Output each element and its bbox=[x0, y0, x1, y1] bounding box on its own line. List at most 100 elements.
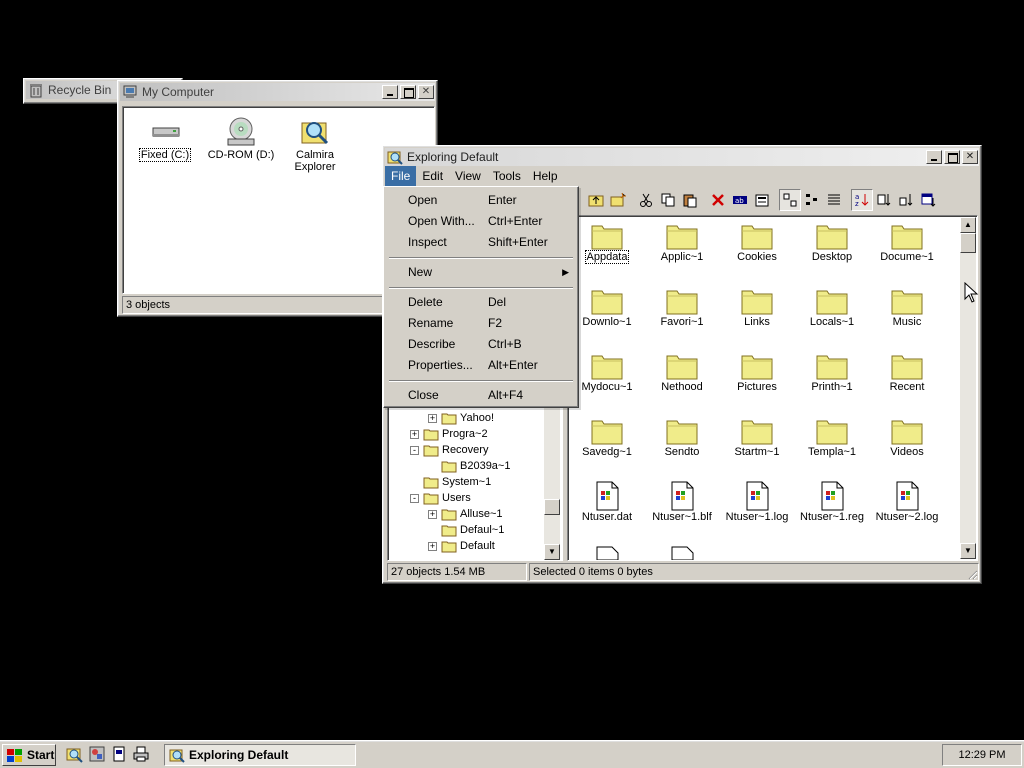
scroll-down-button[interactable]: ▼ bbox=[960, 543, 976, 559]
menu-tools[interactable]: Tools bbox=[487, 166, 527, 186]
tree-item-default[interactable]: + Default bbox=[428, 538, 495, 554]
close-button[interactable]: ✕ bbox=[962, 150, 978, 164]
folder-item[interactable]: Links bbox=[719, 286, 795, 328]
minimize-button[interactable] bbox=[926, 150, 942, 164]
tree-item-system1[interactable]: System~1 bbox=[410, 474, 491, 490]
tree-label: Progra~2 bbox=[442, 428, 488, 440]
tree-item-alluse1[interactable]: + Alluse~1 bbox=[428, 506, 503, 522]
menu-item-inspect[interactable]: Inspect Shift+Enter bbox=[387, 232, 575, 252]
large-icons-button[interactable] bbox=[779, 189, 801, 211]
folder-item[interactable]: Locals~1 bbox=[794, 286, 870, 328]
folder-item[interactable]: Sendto bbox=[644, 416, 720, 458]
tree-item-progra2[interactable]: + Progra~2 bbox=[410, 426, 488, 442]
sort-date-button[interactable] bbox=[917, 189, 939, 211]
taskbar-button-exploring-default[interactable]: Exploring Default bbox=[164, 744, 356, 766]
folder-item[interactable]: Music bbox=[869, 286, 945, 328]
start-button[interactable]: Start bbox=[2, 744, 56, 766]
explorer-titlebar[interactable]: Exploring Default ✕ bbox=[385, 148, 979, 166]
control-panel-icon[interactable] bbox=[88, 745, 106, 763]
rename-button[interactable]: ab bbox=[729, 189, 751, 211]
file-list[interactable]: Appdata Applic~1 Cookies Desktop Docume~1 Dow… bbox=[567, 215, 978, 561]
menu-edit[interactable]: Edit bbox=[416, 166, 449, 186]
scroll-up-button[interactable]: ▲ bbox=[960, 217, 976, 233]
sort-name-button[interactable]: az bbox=[851, 189, 873, 211]
drive-d[interactable]: CD-ROM (D:) bbox=[201, 115, 281, 161]
cut-button[interactable] bbox=[635, 189, 657, 211]
tree-item-recovery[interactable]: - Recovery bbox=[410, 442, 488, 458]
maximize-button[interactable] bbox=[400, 85, 416, 99]
folder-item[interactable]: Recent bbox=[869, 351, 945, 393]
folder-icon bbox=[591, 225, 623, 250]
tree-expander[interactable]: + bbox=[428, 509, 437, 519]
details-button[interactable] bbox=[823, 189, 845, 211]
file-item[interactable]: Ntuser~1.reg bbox=[794, 481, 870, 523]
folder-item[interactable]: Appdata bbox=[569, 221, 645, 264]
new-folder-button[interactable] bbox=[607, 189, 629, 211]
delete-button[interactable] bbox=[707, 189, 729, 211]
menu-file[interactable]: File bbox=[385, 166, 417, 186]
copy-button[interactable] bbox=[657, 189, 679, 211]
menu-item-open[interactable]: Open Enter bbox=[387, 190, 575, 210]
my-computer-titlebar[interactable]: My Computer ✕ bbox=[120, 83, 435, 101]
menu-item-new[interactable]: New ▶ bbox=[387, 262, 575, 282]
tree-expander[interactable]: + bbox=[428, 541, 437, 551]
file-item[interactable]: Ntuser~1.blf bbox=[644, 481, 720, 523]
system-tray[interactable]: 12:29 PM bbox=[942, 744, 1022, 766]
document-icon[interactable] bbox=[110, 745, 128, 763]
menu-item-delete[interactable]: Delete Del bbox=[387, 292, 575, 312]
sort-type-button[interactable] bbox=[873, 189, 895, 211]
folder-item[interactable]: Favori~1 bbox=[644, 286, 720, 328]
explorer-icon[interactable] bbox=[66, 745, 84, 763]
folder-item[interactable]: Startm~1 bbox=[719, 416, 795, 458]
menu-item-describe[interactable]: Describe Ctrl+B bbox=[387, 334, 575, 354]
folder-item[interactable]: Downlo~1 bbox=[569, 286, 645, 328]
menu-item-close[interactable]: Close Alt+F4 bbox=[387, 385, 575, 405]
file-item[interactable]: Ntuser~2.log bbox=[869, 481, 945, 523]
small-icons-button[interactable] bbox=[801, 189, 823, 211]
tree-expander[interactable]: + bbox=[410, 429, 419, 439]
tree-expander[interactable]: + bbox=[428, 413, 437, 423]
folder-item[interactable]: Nethood bbox=[644, 351, 720, 393]
minimize-button[interactable] bbox=[382, 85, 398, 99]
printer-icon[interactable] bbox=[132, 745, 150, 763]
tree-item-yahoo[interactable]: + Yahoo! bbox=[428, 410, 494, 426]
calmira-explorer-shortcut[interactable]: Calmira Explorer bbox=[275, 115, 355, 173]
folder-item[interactable]: Applic~1 bbox=[644, 221, 720, 263]
file-item[interactable]: Ntuser~1.log bbox=[719, 481, 795, 523]
folder-item[interactable]: Desktop bbox=[794, 221, 870, 263]
folder-icon bbox=[441, 509, 457, 520]
menu-item-rename[interactable]: Rename F2 bbox=[387, 313, 575, 333]
tree-expander[interactable]: - bbox=[410, 445, 419, 455]
sort-size-button[interactable] bbox=[895, 189, 917, 211]
scroll-thumb[interactable] bbox=[960, 233, 976, 253]
drive-c[interactable]: Fixed (C:) bbox=[125, 115, 205, 162]
tree-item-defaul1[interactable]: Defaul~1 bbox=[428, 522, 504, 538]
menu-item-properties[interactable]: Properties... Alt+Enter bbox=[387, 355, 575, 375]
folder-icon bbox=[816, 355, 848, 380]
tree-item-b2039a1[interactable]: B2039a~1 bbox=[428, 458, 510, 474]
folder-item[interactable]: Savedg~1 bbox=[569, 416, 645, 458]
close-button[interactable]: ✕ bbox=[418, 85, 434, 99]
menu-item-open-with[interactable]: Open With... Ctrl+Enter bbox=[387, 211, 575, 231]
folder-item[interactable]: Cookies bbox=[719, 221, 795, 263]
folder-item[interactable]: Templa~1 bbox=[794, 416, 870, 458]
tree-scroll-down-button[interactable]: ▼ bbox=[544, 544, 560, 560]
up-folder-button[interactable] bbox=[585, 189, 607, 211]
file-item[interactable]: Ntuser.dat bbox=[569, 481, 645, 523]
folder-item[interactable]: Printh~1 bbox=[794, 351, 870, 393]
tree-scroll-thumb[interactable] bbox=[544, 499, 560, 515]
tree-expander[interactable]: - bbox=[410, 493, 419, 503]
tree-item-users[interactable]: - Users bbox=[410, 490, 471, 506]
folder-item[interactable]: Docume~1 bbox=[869, 221, 945, 263]
maximize-button[interactable] bbox=[944, 150, 960, 164]
resize-grip-icon[interactable] bbox=[966, 568, 978, 580]
menu-help[interactable]: Help bbox=[527, 166, 564, 186]
properties-button[interactable] bbox=[751, 189, 773, 211]
folder-item[interactable]: Mydocu~1 bbox=[569, 351, 645, 393]
menu-view[interactable]: View bbox=[449, 166, 487, 186]
folder-item[interactable]: Pictures bbox=[719, 351, 795, 393]
paste-button[interactable] bbox=[679, 189, 701, 211]
folder-item[interactable]: Videos bbox=[869, 416, 945, 458]
file-list-scrollbar[interactable]: ▲ ▼ bbox=[960, 217, 976, 559]
sort-type-icon bbox=[877, 194, 891, 206]
